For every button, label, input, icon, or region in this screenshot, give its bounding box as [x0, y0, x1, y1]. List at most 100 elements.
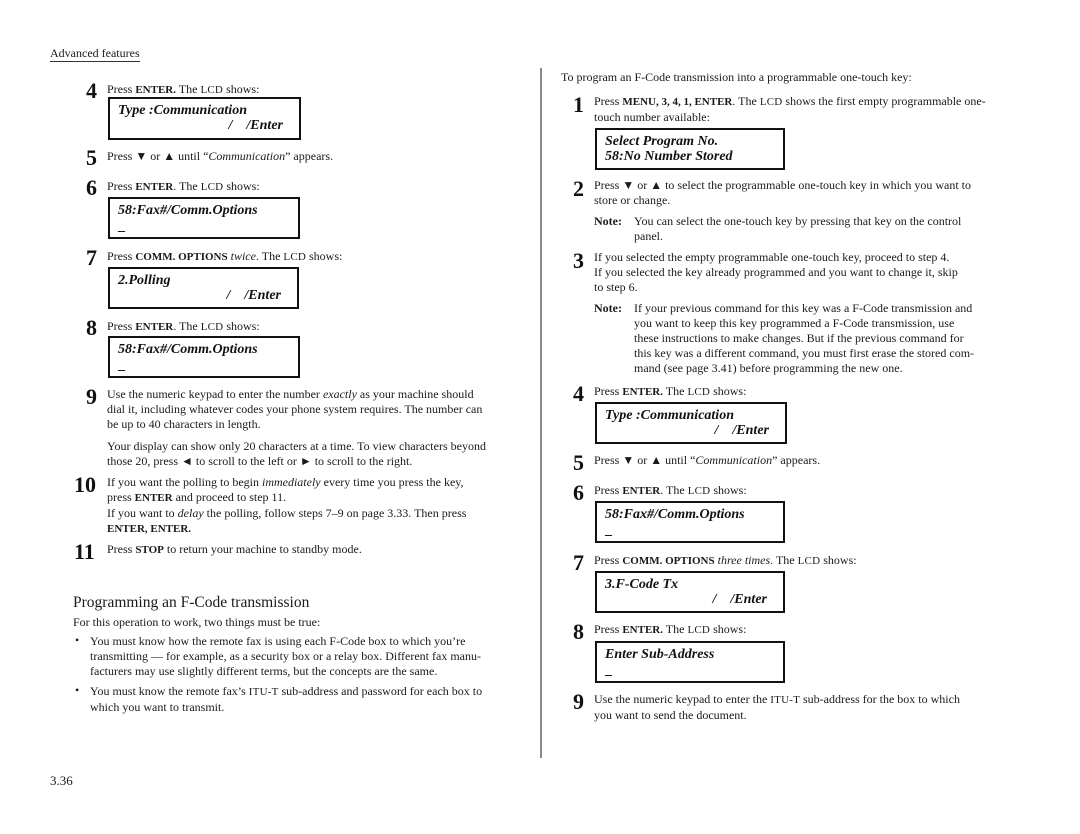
text: . The	[173, 179, 201, 193]
step-number: 9	[573, 689, 584, 714]
text: You must know the remote fax’s	[90, 684, 249, 698]
lcd-line-2: / /Enter	[714, 423, 769, 438]
step-number: 10	[74, 472, 96, 497]
step-text: Press MENU, 3, 4, 1, ENTER. The LCD show…	[594, 94, 1014, 125]
note-text: You can select the one-touch key by pres…	[634, 214, 1014, 244]
key-name: ENTER	[622, 485, 661, 497]
text: The	[663, 622, 688, 636]
step-text: Press COMM. OPTIONS twice. The LCD shows…	[107, 249, 342, 265]
text: shows:	[223, 179, 260, 193]
text: Use the numeric keypad to enter the numb…	[107, 387, 323, 401]
text: . The	[173, 319, 201, 333]
lcd-display: 58:Fax#/Comm.Options _	[108, 197, 300, 239]
text: Press ▼ or ▲ until “	[594, 453, 696, 467]
lcd-cursor: _	[605, 523, 612, 538]
text: sub-address for the box to which	[800, 692, 960, 706]
lcd-word: LCD	[687, 386, 711, 398]
note-label: Note:	[594, 214, 622, 228]
lcd-display: Type :Communication / /Enter	[595, 402, 787, 444]
text-line: facturers may use slightly different ter…	[90, 664, 438, 678]
lcd-cursor: _	[605, 663, 612, 678]
lcd-line-1: 58:Fax#/Comm.Options	[118, 342, 258, 357]
step-text: Press ENTER. The LCD shows:	[107, 82, 259, 98]
lcd-word: LCD	[283, 251, 307, 263]
step-text: Use the numeric keypad to enter the numb…	[107, 387, 527, 469]
lcd-display: 58:Fax#/Comm.Options _	[595, 501, 785, 543]
lcd-line-2: / /Enter	[228, 118, 283, 133]
step-text: If you want the polling to begin immedia…	[107, 475, 527, 537]
lcd-word: LCD	[200, 321, 224, 333]
text: Press	[107, 319, 136, 333]
lcd-word: LCD	[797, 555, 821, 567]
text: The	[176, 82, 201, 96]
step-number: 11	[74, 539, 95, 564]
text: ” appears.	[285, 149, 334, 163]
text-line: You can select the one-touch key by pres…	[634, 214, 962, 228]
itu-t-term: ITU-T	[248, 686, 279, 698]
text-line: touch number available:	[594, 110, 710, 124]
lcd-word: LCD	[687, 485, 711, 497]
step-number: 6	[86, 175, 97, 200]
step-number: 2	[573, 176, 584, 201]
text: The	[663, 384, 688, 398]
text-line: Use the numeric keypad to enter the ITU-…	[594, 692, 1014, 708]
text: shows:	[820, 553, 857, 567]
key-name: COMM. OPTIONS	[622, 555, 715, 567]
lcd-line-1: Type :Communication	[605, 408, 734, 423]
text: immediately	[261, 475, 321, 489]
lcd-line-1: 58:Fax#/Comm.Options	[605, 507, 745, 522]
text-line: panel.	[634, 229, 663, 243]
step-text: Press ENTER. The LCD shows:	[594, 483, 747, 499]
key-name: COMM. OPTIONS	[135, 251, 228, 263]
text: shows:	[223, 82, 260, 96]
text: Press	[107, 82, 136, 96]
lcd-line-1: Select Program No.	[605, 134, 719, 149]
step-number: 4	[573, 381, 584, 406]
text: every time you press the key,	[320, 475, 464, 489]
step-text: If you selected the empty programmable o…	[594, 250, 1014, 295]
section-title: Programming an F-Code transmission	[73, 594, 310, 611]
step-number: 4	[86, 78, 97, 103]
bullet-item: You must know the remote fax’s ITU-T sub…	[90, 684, 530, 715]
key-name: ENTER, ENTER.	[107, 523, 192, 535]
text: Press	[594, 553, 623, 567]
text: If you want to	[107, 506, 178, 520]
text: . The	[770, 553, 798, 567]
lcd-word: LCD	[759, 96, 783, 108]
lcd-line-2: / /Enter	[712, 592, 767, 607]
text: Press	[107, 542, 136, 556]
text: exactly	[322, 387, 357, 401]
step-number: 8	[573, 619, 584, 644]
bullet-icon: •	[75, 633, 80, 647]
text: Use the numeric keypad to enter the	[594, 692, 771, 706]
text: Press ▼ or ▲ until “	[107, 149, 209, 163]
text: Press	[107, 249, 136, 263]
text-line: Press MENU, 3, 4, 1, ENTER. The LCD show…	[594, 94, 1014, 110]
section-intro: For this operation to work, two things m…	[73, 615, 321, 629]
key-name: ENTER.	[622, 624, 663, 636]
key-name: ENTER	[135, 181, 174, 193]
lcd-display: 3.F-Code Tx / /Enter	[595, 571, 785, 613]
step-text: Press ENTER. The LCD shows:	[594, 384, 746, 400]
text-line: this key was a different command, you mu…	[634, 346, 975, 360]
lcd-line-1: 58:Fax#/Comm.Options	[118, 203, 258, 218]
lcd-cursor: _	[118, 219, 125, 234]
text-line: press ENTER and proceed to step 11.	[107, 490, 527, 506]
text: as your machine should	[356, 387, 474, 401]
text: delay	[177, 506, 204, 520]
text: and proceed to step 11.	[172, 490, 287, 504]
step-text: Press ENTER. The LCD shows:	[107, 179, 260, 195]
text-line: those 20, press ◄ to scroll to the left …	[107, 454, 413, 468]
lcd-display: Type :Communication / /Enter	[108, 97, 301, 140]
text-line: If you want to delay the polling, follow…	[107, 506, 527, 521]
step-number: 9	[86, 384, 97, 409]
text-line: Your display can show only 20 characters…	[107, 439, 486, 453]
lcd-word: LCD	[200, 181, 224, 193]
step-text: Press ENTER. The LCD shows:	[107, 319, 260, 335]
section-header: Advanced features	[50, 46, 140, 62]
text: shows:	[306, 249, 343, 263]
page-number: 3.36	[50, 773, 73, 788]
lcd-cursor: _	[118, 358, 125, 373]
lcd-line-1: 2.Polling	[118, 273, 171, 288]
text: . The	[732, 94, 760, 108]
